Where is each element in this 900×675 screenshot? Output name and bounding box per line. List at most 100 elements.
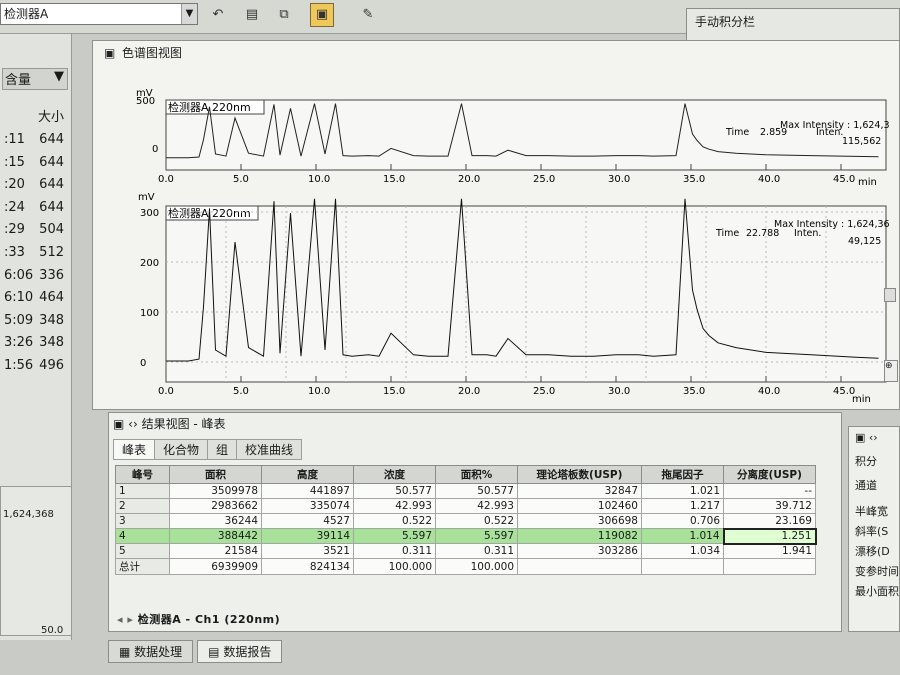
cell-peak-no[interactable]: 3: [115, 513, 170, 529]
cell-total-area-pct[interactable]: 100.000: [435, 558, 518, 575]
cell-plates[interactable]: 306698: [517, 513, 642, 529]
cell-conc[interactable]: 5.597: [353, 528, 436, 544]
cell-tailing[interactable]: 1.217: [641, 498, 724, 514]
chevron-down-icon[interactable]: ▼: [181, 4, 197, 24]
col-resolution[interactable]: 分离度(USP): [723, 465, 816, 484]
cell-empty[interactable]: [641, 558, 724, 575]
list-item[interactable]: 6:10 464: [0, 290, 68, 312]
cell-area[interactable]: 36244: [169, 513, 262, 529]
col-height[interactable]: 高度: [261, 465, 354, 484]
table-row[interactable]: 3 36244 4527 0.522 0.522 306698 0.706 23.169: [115, 513, 816, 529]
table-row[interactable]: 4 388442 39114 5.597 5.597 119082 1.014 1.251: [115, 527, 817, 545]
list-item[interactable]: :24 644: [0, 200, 68, 222]
cell-total-height[interactable]: 824134: [261, 558, 354, 575]
cell-tailing[interactable]: 1.034: [641, 543, 724, 559]
right-item-min-area[interactable]: 最小面积: [855, 583, 899, 599]
cell-resolution[interactable]: --: [723, 483, 816, 499]
lock-icon[interactable]: ▣: [310, 3, 334, 27]
right-item-integration[interactable]: 积分: [855, 453, 877, 469]
right-item-drift[interactable]: 漂移(D: [855, 543, 890, 559]
tab-data-report[interactable]: ▤ 数据报告: [197, 640, 283, 663]
table-row[interactable]: 5 21584 3521 0.311 0.311 303286 1.034 1.941: [115, 543, 816, 559]
right-item-slope[interactable]: 斜率(S: [855, 523, 888, 539]
col-area[interactable]: 面积: [169, 465, 262, 484]
cell-height[interactable]: 4527: [261, 513, 354, 529]
cell-tailing[interactable]: 1.021: [641, 483, 724, 499]
cell-resolution[interactable]: 39.712: [723, 498, 816, 514]
right-item-width[interactable]: 半峰宽: [855, 503, 888, 519]
pin-icon[interactable]: ✎: [356, 3, 380, 27]
cell-conc[interactable]: 50.577: [353, 483, 436, 499]
cell-area-pct[interactable]: 0.522: [435, 513, 518, 529]
undo-icon[interactable]: ↶: [206, 3, 230, 27]
cell-tailing[interactable]: 0.706: [641, 513, 724, 529]
cell-conc[interactable]: 42.993: [353, 498, 436, 514]
cell-peak-no[interactable]: 2: [115, 498, 170, 514]
copy-icon[interactable]: ⧉: [272, 3, 296, 27]
list-item[interactable]: :29 504: [0, 222, 68, 244]
list-item[interactable]: 5:09 348: [0, 313, 68, 335]
tab-compounds[interactable]: 化合物: [154, 439, 209, 460]
cell-empty[interactable]: [517, 558, 642, 575]
zoom-icon[interactable]: ⊕: [884, 360, 898, 382]
cell-tailing[interactable]: 1.014: [641, 528, 724, 544]
table-row[interactable]: 2 2983662 335074 42.993 42.993 102460 1.217 39.…: [115, 498, 816, 514]
cell-resolution[interactable]: 1.251: [722, 527, 817, 545]
cell-height[interactable]: 335074: [261, 498, 354, 514]
main-chromatogram[interactable]: mV 检测器A 220nm Max Intensity : 1,624,368 …: [130, 190, 890, 408]
tab-groups[interactable]: 组: [207, 439, 238, 460]
cell-conc[interactable]: 0.522: [353, 513, 436, 529]
list-item[interactable]: :11 644: [0, 132, 68, 154]
cell-total-area[interactable]: 6939909: [169, 558, 262, 575]
list-item[interactable]: :15 644: [0, 155, 68, 177]
cell-height[interactable]: 441897: [261, 483, 354, 499]
cell-height[interactable]: 3521: [261, 543, 354, 559]
col-area-pct[interactable]: 面积%: [435, 465, 518, 484]
list-item[interactable]: :20 644: [0, 177, 68, 199]
cell-plates[interactable]: 303286: [517, 543, 642, 559]
cell-plates[interactable]: 119082: [517, 528, 642, 544]
cell-peak-no[interactable]: 5: [115, 543, 170, 559]
cell-plates[interactable]: 102460: [517, 498, 642, 514]
col-plates[interactable]: 理论塔板数(USP): [517, 465, 642, 484]
right-item-tdbl[interactable]: 变参时间: [855, 563, 899, 579]
cell-peak-no[interactable]: 1: [115, 483, 170, 499]
print-icon[interactable]: ▤: [240, 3, 264, 27]
cell-height[interactable]: 39114: [261, 528, 354, 544]
list-item[interactable]: 6:06 336: [0, 268, 68, 290]
cell-area-pct[interactable]: 0.311: [435, 543, 518, 559]
list-item[interactable]: 1:56 496: [0, 358, 68, 380]
left-panel-header[interactable]: 含量 ▼: [2, 68, 68, 90]
chart-side-tools[interactable]: ⊕: [882, 280, 900, 390]
col-tailing[interactable]: 拖尾因子: [641, 465, 724, 484]
cell-area[interactable]: 388442: [169, 528, 262, 544]
cell-plates[interactable]: 32847: [517, 483, 642, 499]
cell-area-pct[interactable]: 50.577: [435, 483, 518, 499]
cell-total-conc[interactable]: 100.000: [353, 558, 436, 575]
scroll-arrows-icon[interactable]: ◂ ▸: [117, 613, 138, 626]
cell-area-pct[interactable]: 5.597: [435, 528, 518, 544]
cell-conc[interactable]: 0.311: [353, 543, 436, 559]
tab-peaks[interactable]: 峰表: [113, 439, 156, 460]
cell-area[interactable]: 2983662: [169, 498, 262, 514]
scroll-handle[interactable]: [884, 288, 896, 302]
cell-area[interactable]: 3509978: [169, 483, 262, 499]
cell-total-label[interactable]: 总计: [115, 558, 170, 575]
col-peak-no[interactable]: 峰号: [115, 465, 170, 484]
overview-chart[interactable]: mV 检测器A 220nm Max Intensity : 1,624,368 …: [130, 88, 890, 188]
cell-area-pct[interactable]: 42.993: [435, 498, 518, 514]
tab-calibration[interactable]: 校准曲线: [236, 439, 303, 460]
channel-tab[interactable]: ◂ ▸ 检测器A - Ch1 (220nm): [117, 611, 280, 629]
tab-data-processing[interactable]: ▦ 数据处理: [108, 640, 194, 663]
table-row-total[interactable]: 总计 6939909 824134 100.000 100.000: [115, 558, 816, 575]
cell-resolution[interactable]: 23.169: [723, 513, 816, 529]
right-item-channel[interactable]: 通道: [855, 477, 877, 493]
list-item[interactable]: :33 512: [0, 245, 68, 267]
table-row[interactable]: 1 3509978 441897 50.577 50.577 32847 1.021 --: [115, 483, 816, 499]
list-item[interactable]: 3:26 348: [0, 335, 68, 357]
cell-empty[interactable]: [723, 558, 816, 575]
cell-area[interactable]: 21584: [169, 543, 262, 559]
col-conc[interactable]: 浓度: [353, 465, 436, 484]
cell-resolution[interactable]: 1.941: [723, 543, 816, 559]
detector-select[interactable]: 检测器A ▼: [0, 3, 198, 25]
